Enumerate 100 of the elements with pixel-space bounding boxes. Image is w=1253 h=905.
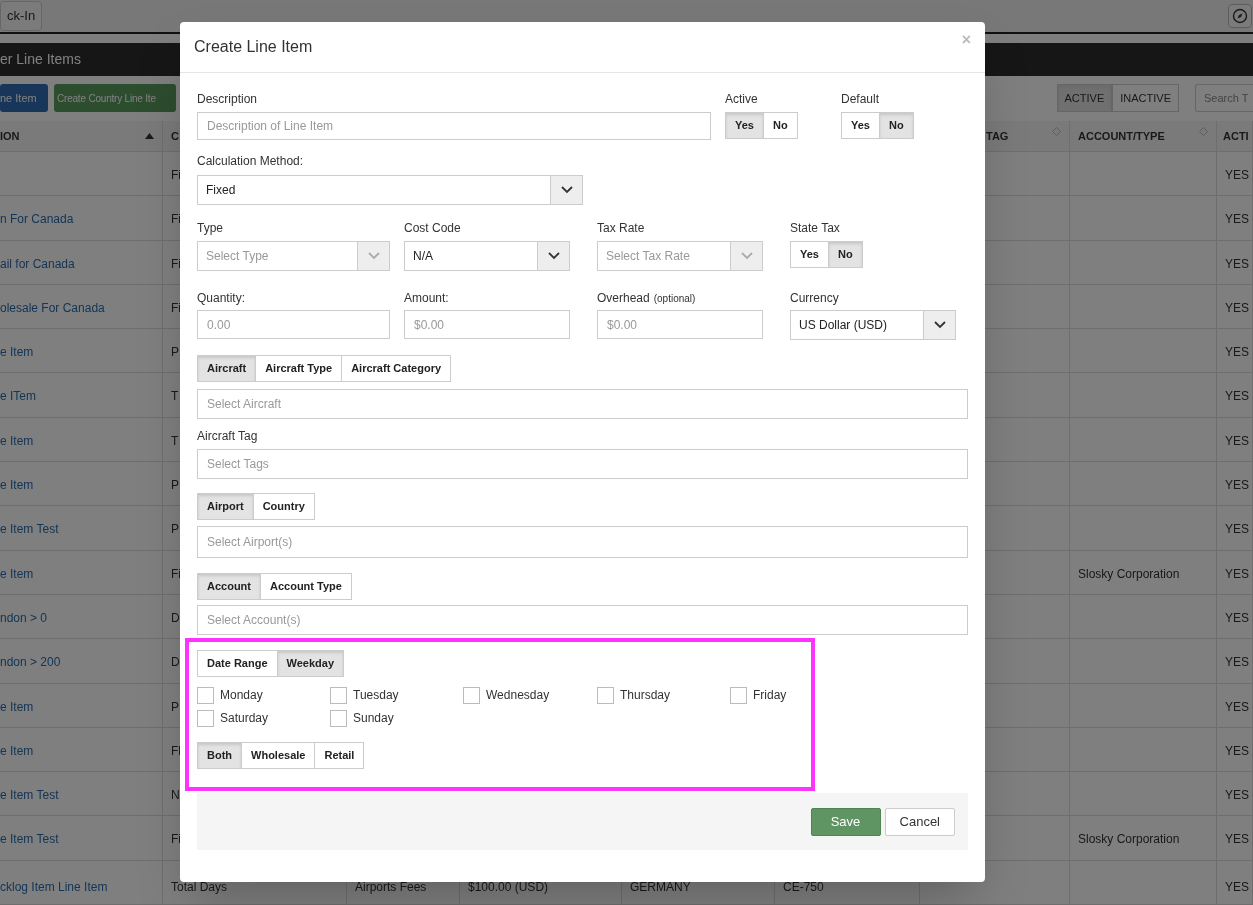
toolbar-button[interactable]: ne Item (0, 84, 48, 113)
input-field[interactable]: $0.00 (597, 310, 763, 339)
chevron-down-icon (923, 311, 955, 339)
field-label: Tax Rate (597, 220, 646, 236)
line-item-link[interactable]: e Item Test (0, 522, 59, 537)
column-header[interactable]: ACTI (1223, 127, 1249, 145)
toggle-button[interactable]: Yes (725, 112, 764, 139)
table-cell: YES (1225, 300, 1249, 315)
checkbox[interactable] (597, 686, 614, 704)
column-header[interactable]: ACCOUNT/TYPE (1078, 127, 1165, 145)
field-label: Aircraft Tag (197, 428, 259, 444)
section-title: er Line Items (0, 50, 81, 69)
table-cell: Fi (171, 167, 181, 182)
line-item-link[interactable]: e Item (0, 433, 34, 448)
toolbar-button[interactable]: Create Country Line Ite (54, 84, 176, 113)
line-item-link[interactable]: e Item (0, 478, 34, 492)
input-field[interactable]: 0.00 (197, 310, 390, 339)
checkbox[interactable] (197, 686, 214, 704)
line-item-link[interactable]: e Item (0, 566, 34, 581)
table-cell: P (171, 699, 179, 714)
line-item-link[interactable]: n For Canada (0, 212, 74, 227)
sort-ascending-icon[interactable] (145, 132, 154, 139)
status-tab[interactable]: ACTIVE (1056, 84, 1113, 113)
table-cell: GERMANY (630, 879, 691, 894)
table-cell: YES (1225, 566, 1249, 581)
field-label: Overhead (597, 290, 650, 306)
table-cell: Fi (171, 832, 181, 847)
line-item-link[interactable]: ndon > 0 (0, 610, 48, 625)
input-field[interactable]: Select Tags (197, 449, 968, 479)
checkbox[interactable] (330, 686, 347, 704)
input-field[interactable]: Select Airport(s) (197, 526, 968, 558)
input-field[interactable]: Select Aircraft (197, 389, 968, 419)
toggle-button[interactable]: Airport (197, 493, 254, 520)
toggle-button[interactable]: Wholesale (241, 742, 316, 769)
select-field[interactable]: US Dollar (USD) (790, 310, 956, 340)
input-field[interactable]: Select Account(s) (197, 605, 968, 635)
input-field[interactable]: Description of Line Item (197, 112, 711, 140)
toggle-button[interactable]: Aircraft Category (341, 355, 452, 382)
line-item-link[interactable]: e Item (0, 743, 34, 758)
table-cell: YES (1225, 610, 1249, 625)
line-item-link[interactable]: e ITem (0, 389, 36, 404)
field-label: Quantity: (197, 290, 247, 306)
column-header[interactable]: ION (0, 127, 20, 145)
checkbox[interactable] (330, 709, 347, 727)
checkbox-label: Saturday (220, 710, 269, 727)
toggle-button[interactable]: Account Type (260, 573, 352, 600)
table-cell: YES (1225, 433, 1249, 448)
toggle-button[interactable]: Country (252, 493, 315, 520)
table-cell: YES (1225, 478, 1249, 492)
cancel-button[interactable]: Cancel (884, 807, 955, 836)
table-cell: YES (1225, 655, 1249, 670)
checkbox[interactable] (730, 686, 747, 704)
input-field[interactable]: $0.00 (404, 310, 570, 339)
column-header[interactable]: TAG (986, 127, 1009, 145)
line-item-link[interactable]: olesale For Canada (0, 300, 105, 315)
toggle-button[interactable]: Aircraft Type (255, 355, 343, 382)
line-item-link[interactable]: ndon > 200 (0, 655, 61, 670)
table-cell: T (171, 389, 179, 404)
table-cell: Fi (171, 212, 181, 227)
line-item-link[interactable]: ail for Canada (0, 256, 75, 271)
toggle-button[interactable]: Yes (790, 241, 829, 268)
select-field[interactable]: N/A (404, 241, 570, 271)
table-cell: Slosky Corporation (1078, 566, 1180, 581)
toggle-button[interactable]: Aircraft (197, 355, 257, 382)
select-field[interactable]: Fixed (197, 175, 583, 205)
line-item-link[interactable]: cklog Item Line Item (0, 879, 108, 894)
status-tab[interactable]: INACTIVE (1112, 84, 1179, 113)
table-cell: YES (1225, 167, 1249, 182)
toggle-button[interactable]: Both (197, 742, 243, 769)
line-item-link[interactable]: e Item Test (0, 832, 59, 847)
line-item-link[interactable]: e Item (0, 345, 34, 360)
toggle-button[interactable]: Retail (314, 742, 365, 769)
field-label: Description (197, 91, 259, 107)
check-in-button[interactable]: ck-In (0, 1, 43, 31)
toggle-button[interactable]: Account (197, 573, 261, 600)
line-item-link[interactable]: e Item Test (0, 788, 59, 803)
checkbox-label: Thursday (620, 687, 671, 704)
optional-hint: (optional) (653, 292, 696, 306)
toggle-button[interactable]: No (762, 112, 798, 139)
toggle-button[interactable]: Weekday (276, 650, 345, 677)
toggle-button[interactable]: Date Range (197, 650, 278, 677)
table-cell: Total Days (171, 879, 228, 894)
toggle-button[interactable]: Yes (841, 112, 880, 139)
column-header[interactable]: C (171, 127, 179, 145)
sort-icon[interactable] (1199, 126, 1208, 136)
line-item-link[interactable]: e Item (0, 699, 34, 714)
checkbox[interactable] (197, 709, 214, 727)
table-cell: Fl (171, 743, 181, 758)
chevron-down-icon (550, 176, 582, 204)
toggle-button[interactable]: No (827, 241, 863, 268)
compass-icon[interactable] (1228, 4, 1252, 28)
field-label: Default (841, 91, 881, 107)
checkbox[interactable] (463, 686, 480, 704)
table-cell: P (171, 522, 179, 537)
save-button[interactable]: Save (810, 807, 881, 836)
toggle-button[interactable]: No (878, 112, 914, 139)
checkbox-label: Monday (220, 687, 263, 704)
table-cell: N (171, 788, 180, 803)
sort-icon[interactable] (1052, 126, 1061, 136)
table-cell: D (171, 655, 180, 670)
